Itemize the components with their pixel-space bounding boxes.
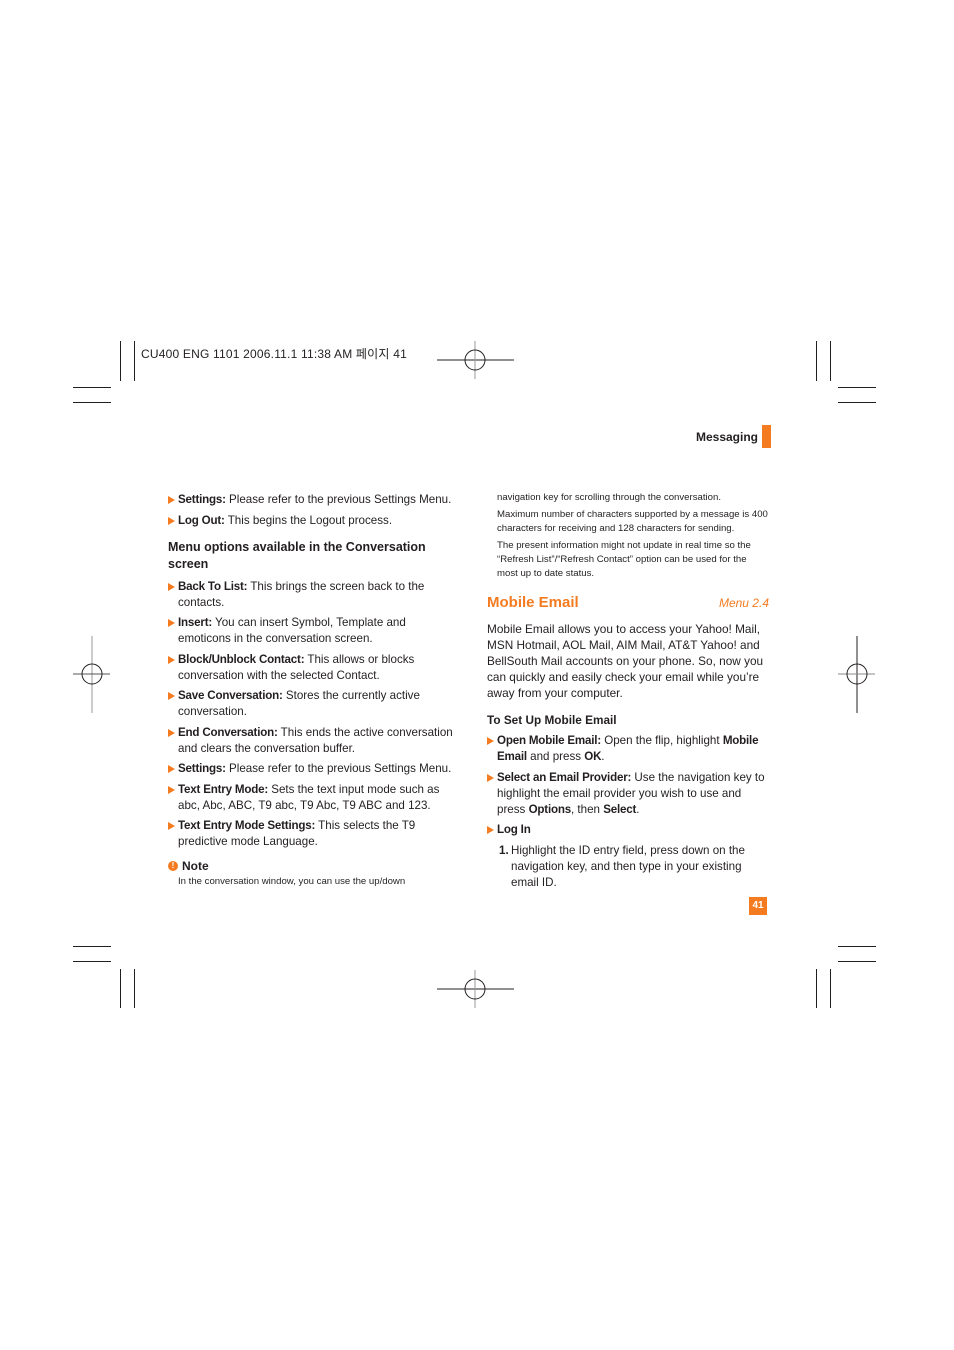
print-slug: CU400 ENG 1101 2006.11.1 11:38 AM 페이지 41	[141, 347, 407, 361]
crop-mark	[830, 969, 831, 1008]
subheading: Menu options available in the Conversati…	[168, 539, 426, 571]
bullet-item: Text Entry Mode: Sets the text input mod…	[168, 782, 453, 814]
crop-mark	[816, 969, 817, 1008]
bullet-item: Select an Email Provider: Use the naviga…	[487, 770, 769, 818]
note-heading: ! Note	[168, 858, 453, 874]
arrow-bullet-icon	[168, 655, 175, 664]
arrow-bullet-icon	[487, 773, 494, 782]
note-continued: navigation key for scrolling through the…	[487, 491, 769, 581]
crop-mark	[120, 969, 121, 1008]
registration-mark-top	[437, 341, 514, 379]
arrow-bullet-icon	[168, 496, 175, 504]
crop-mark	[134, 341, 135, 381]
crop-mark	[838, 402, 876, 403]
arrow-bullet-icon	[487, 826, 494, 834]
bullet-item: End Conversation: This ends the active c…	[168, 725, 453, 757]
registration-mark-left	[73, 636, 110, 713]
bullet-item: Log In	[487, 822, 769, 838]
note-paragraph: Maximum number of characters supported b…	[497, 509, 768, 534]
note-paragraph: The present information might not update…	[497, 540, 751, 579]
arrow-bullet-icon	[168, 692, 175, 700]
arrow-bullet-icon	[168, 619, 175, 627]
intro-paragraph: Mobile Email allows you to access your Y…	[487, 622, 764, 700]
crop-mark	[838, 387, 876, 388]
registration-mark-right	[838, 636, 875, 713]
bullet-item: Insert: You can insert Symbol, Template …	[168, 615, 453, 647]
crop-mark	[838, 946, 876, 947]
crop-mark	[816, 341, 817, 381]
arrow-bullet-icon	[168, 516, 175, 525]
note-text: In the conversation window, you can use …	[178, 876, 406, 887]
registration-mark-bottom	[437, 970, 514, 1008]
section-tab-marker	[762, 425, 771, 448]
numbered-step: 1. Highlight the ID entry field, press d…	[499, 843, 745, 889]
crop-mark	[73, 961, 111, 962]
right-column: navigation key for scrolling through the…	[487, 491, 769, 891]
arrow-bullet-icon	[487, 737, 494, 745]
menu-reference: Menu 2.4	[718, 596, 769, 610]
note-paragraph: navigation key for scrolling through the…	[497, 492, 721, 503]
section-header: Messaging	[695, 430, 758, 444]
crop-mark	[120, 341, 121, 381]
section-title: Mobile Email	[487, 594, 579, 611]
setup-heading: To Set Up Mobile Email	[487, 713, 617, 727]
crop-mark	[134, 969, 135, 1008]
bullet-item: Settings: Please refer to the previous S…	[168, 761, 453, 777]
crop-mark	[838, 961, 876, 962]
crop-mark	[73, 387, 111, 388]
bullet-item: Log Out: This begins the Logout process.	[168, 513, 453, 529]
crop-mark	[830, 341, 831, 381]
bullet-item: Settings: Please refer to the previous S…	[168, 492, 453, 508]
bullet-item: Text Entry Mode Settings: This selects t…	[168, 818, 453, 850]
crop-mark	[73, 402, 111, 403]
arrow-bullet-icon	[168, 785, 175, 794]
arrow-bullet-icon	[168, 822, 175, 830]
arrow-bullet-icon	[168, 728, 175, 737]
bullet-item: Back To List: This brings the screen bac…	[168, 579, 453, 611]
arrow-bullet-icon	[168, 765, 175, 773]
arrow-bullet-icon	[168, 582, 175, 591]
page-number: 41	[749, 897, 767, 915]
bullet-item: Save Conversation: Stores the currently …	[168, 688, 453, 720]
left-column: Settings: Please refer to the previous S…	[168, 492, 453, 889]
exclamation-icon: !	[168, 861, 178, 871]
crop-mark	[73, 946, 111, 947]
bullet-item: Open Mobile Email: Open the flip, highli…	[487, 733, 769, 765]
bullet-item: Block/Unblock Contact: This allows or bl…	[168, 652, 453, 684]
section-heading-row: Mobile Email Menu 2.4	[487, 595, 769, 611]
